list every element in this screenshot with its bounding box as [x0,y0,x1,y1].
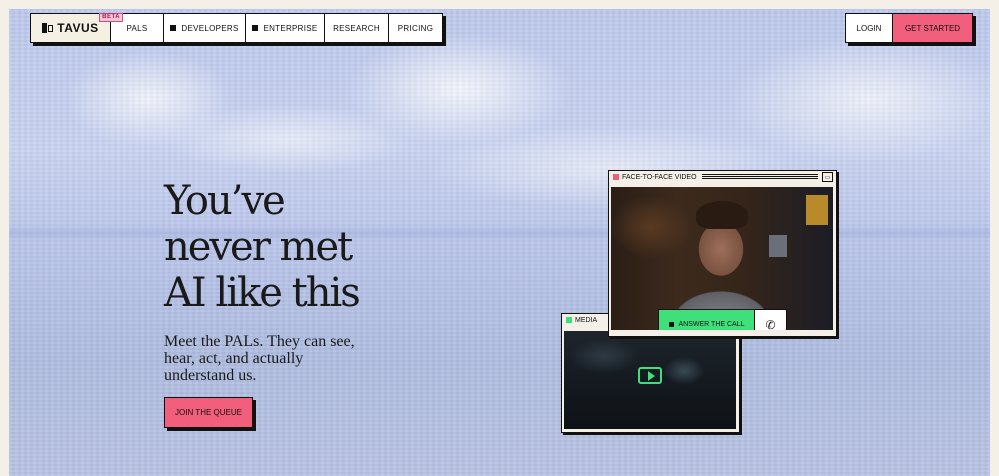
nav-item-research[interactable]: RESEARCH [325,14,389,42]
pink-dot-icon [613,174,619,180]
play-icon[interactable] [638,367,662,384]
headline-line: You’ve [164,178,286,224]
headline-line: never met [164,224,353,270]
logo-mark-icon [42,22,54,34]
tavus-logo[interactable]: TAVUS BETA [31,13,123,42]
media-title: MEDIA [575,316,598,324]
join-queue-button[interactable]: JOIN THE QUEUE [164,397,253,428]
beta-badge: BETA [99,13,123,22]
answer-call-label: ANSWER THE CALL [678,321,745,328]
hero-headline: You’ve never met AI like this [164,178,384,316]
nav-item-label: RESEARCH [333,23,380,33]
video-titlebar: FACE-TO-FACE VIDEO ▭ [609,171,836,183]
nav-item-enterprise[interactable]: ENTERPRISE [246,14,325,42]
nav-item-label: PRICING [397,23,434,33]
video-feed: ANSWER THE CALL ✆ [611,187,833,330]
face-to-face-window: FACE-TO-FACE VIDEO ▭ ANSWER THE CALL ✆ [608,170,837,337]
login-button[interactable]: LOGIN [846,14,893,42]
answer-call-button[interactable]: ANSWER THE CALL [658,309,755,330]
person-hair [696,201,748,229]
wall-poster [769,235,787,257]
auth-nav: LOGIN GET STARTED [845,13,973,43]
square-icon [170,25,177,31]
horizon [9,225,990,241]
media-video[interactable] [564,331,736,429]
hero-subtext: Meet the PALs. They can see, hear, act, … [164,333,355,384]
nav-item-pricing[interactable]: PRICING [389,14,442,42]
titlebar-stripes [701,174,818,180]
video-title: FACE-TO-FACE VIDEO [622,173,697,181]
nav-item-label: PALS [126,23,148,33]
wall-poster [806,195,828,225]
square-icon [668,322,674,327]
green-dot-icon [566,317,572,323]
hero-background [9,9,990,476]
nav-item-label: ENTERPRISE [263,23,318,33]
headline-line: AI like this [164,270,361,316]
window-button-icon[interactable]: ▭ [822,172,833,182]
square-icon [252,25,259,31]
main-nav: TAVUS BETA PALS DEVELOPERS ENTERPRISE RE… [30,13,443,43]
nav-item-developers[interactable]: DEVELOPERS [164,14,246,42]
nav-item-label: DEVELOPERS [181,23,239,33]
phone-icon[interactable]: ✆ [754,309,787,330]
logo-text: TAVUS [57,21,99,35]
get-started-button[interactable]: GET STARTED [893,14,972,42]
